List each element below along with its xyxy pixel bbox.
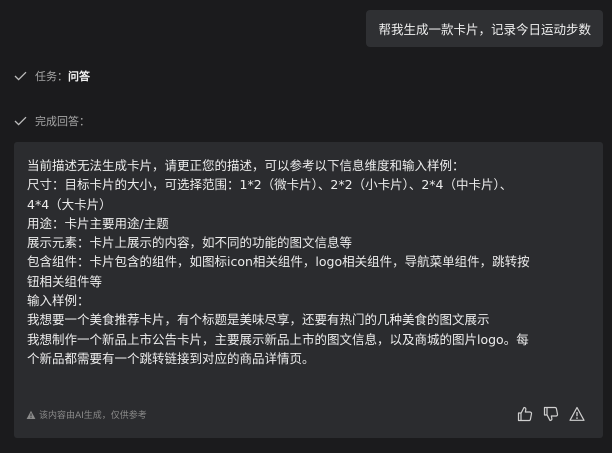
user-message-text: 帮我生成一款卡片，记录今日运动步数 [378,22,591,37]
dislike-button[interactable] [543,406,559,422]
step-task-label: 任务： [35,70,68,83]
warning-icon [569,406,585,421]
answer-line: 用途：卡片主要用途/主题 [27,215,169,231]
check-icon [14,116,27,126]
answer-line: 我想要一个美食推荐卡片，有个标题是美味尽享，还要有热门的几种美食的图文展示 [27,312,490,328]
answer-line: 个新品都需要有一个跳转链接到对应的商品详情页。 [27,350,315,366]
answer-line: 输入样例： [27,293,90,309]
answer-line: 尺寸：目标卡片的大小，可选择范围：1*2（微卡片）、2*2（小卡片）、2*4（中… [27,177,513,193]
answer-card: 当前描述无法生成卡片，请更正您的描述，可以参考以下信息维度和输入样例： 尺寸：目… [14,142,603,438]
ai-disclaimer: 该内容由AI生成，仅供参考 [26,408,147,421]
answer-line: 我想制作一个新品上市公告卡片，主要展示新品上市的图文信息，以及商城的图片logo… [27,331,529,347]
answer-line: 包含组件：卡片包含的组件，如图标icon相关组件，logo相关组件，导航菜单组件… [27,254,530,270]
check-icon [14,71,27,81]
user-message-bubble: 帮我生成一款卡片，记录今日运动步数 [366,10,603,47]
warning-icon [26,410,36,419]
answer-line: 展示元素：卡片上展示的内容，如不同的功能的图文信息等 [27,235,353,251]
step-task: 任务： 问答 [14,68,90,84]
answer-line: 钮相关组件等 [27,273,103,289]
thumbs-down-icon [543,406,559,422]
thumbs-up-icon [517,406,533,422]
like-button[interactable] [517,406,533,422]
answer-text: 当前描述无法生成卡片，请更正您的描述，可以参考以下信息维度和输入样例： 尺寸：目… [27,156,591,368]
report-button[interactable] [569,406,585,422]
answer-line: 当前描述无法生成卡片，请更正您的描述，可以参考以下信息维度和输入样例： [27,158,465,173]
step-done: 完成回答： [14,113,90,129]
feedback-actions [517,406,585,422]
chat-page: 帮我生成一款卡片，记录今日运动步数 任务： 问答 完成回答： 当前描述无法生成卡片… [0,0,612,453]
answer-line: 4*4（大卡片） [27,196,112,212]
step-done-label: 完成回答： [35,115,90,128]
ai-disclaimer-text: 该内容由AI生成，仅供参考 [39,411,147,421]
step-task-value: 问答 [68,70,90,83]
